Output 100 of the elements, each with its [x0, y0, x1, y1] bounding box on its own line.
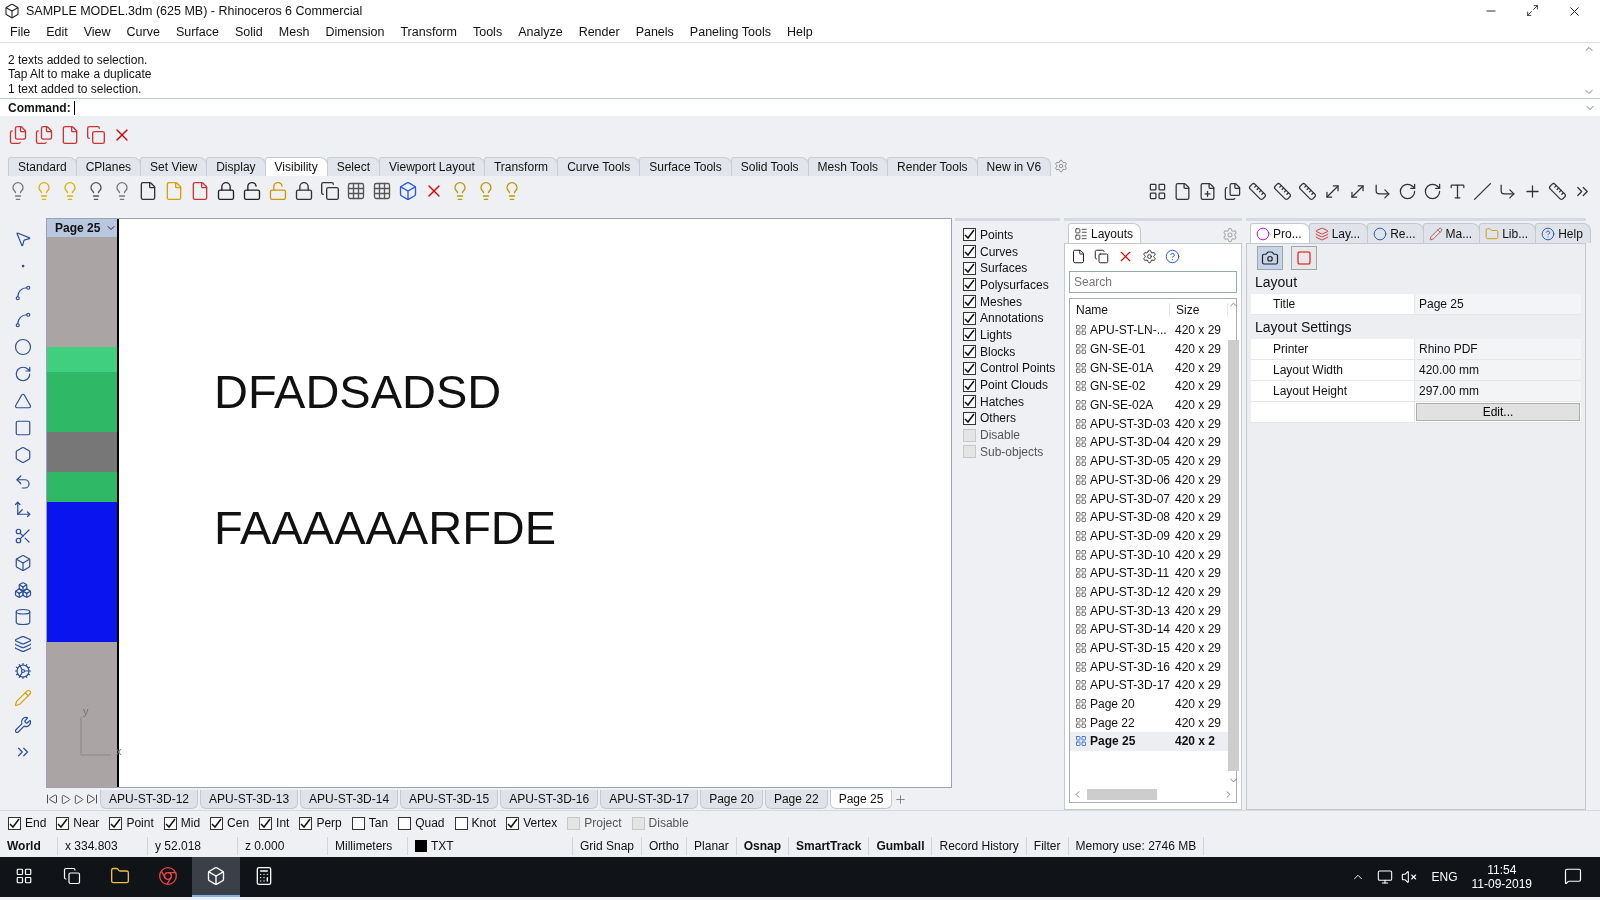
layout-row[interactable]: APU-ST-LN-... 420 x 29	[1070, 321, 1228, 340]
layout-name: APU-ST-3D-06	[1089, 472, 1170, 487]
status-toggle[interactable]: Gumball	[869, 837, 933, 855]
clock-date[interactable]: 11-09-2019	[1471, 877, 1532, 891]
viewport-tab[interactable]: APU-ST-3D-12	[100, 789, 199, 809]
layout-row[interactable]: APU-ST-3D-17 420 x 29	[1070, 676, 1228, 695]
toolbar-tab[interactable]: CPlanes	[75, 157, 142, 176]
language-indicator[interactable]: ENG	[1431, 870, 1458, 884]
menu-item[interactable]: Help	[778, 25, 821, 39]
window-title: SAMPLE MODEL.3dm (625 MB) - Rhinoceros 6 Commercial	[26, 4, 364, 18]
layout-row[interactable]: GN-SE-02A 420 x 29	[1070, 395, 1228, 415]
menu-item[interactable]: Curve	[118, 25, 168, 39]
status-toggle[interactable]: Grid Snap	[573, 837, 643, 855]
layout-row[interactable]: APU-ST-3D-05 420 x 29	[1070, 451, 1228, 471]
menu-item[interactable]: Transform	[392, 25, 465, 39]
toolbar-tab[interactable]: Transform	[483, 157, 559, 176]
viewport-tab[interactable]: Page 25	[829, 789, 893, 809]
layout-row[interactable]: Page 25 420 x 2	[1070, 732, 1228, 751]
menu-item[interactable]: Render	[570, 25, 628, 39]
panel-tab[interactable]: Lib...	[1479, 223, 1537, 243]
layout-row[interactable]: APU-ST-3D-12 420 x 29	[1070, 582, 1228, 602]
column-header[interactable]: Name	[1070, 303, 1170, 317]
viewport-tab[interactable]: APU-ST-3D-13	[200, 789, 299, 809]
panel-tab[interactable]: Lay...	[1308, 223, 1369, 243]
toolbar-tab[interactable]: Mesh Tools	[807, 157, 889, 176]
viewport-tab[interactable]: APU-ST-3D-15	[400, 789, 499, 809]
viewport-tab[interactable]: Page 20	[700, 789, 763, 809]
viewport-tab[interactable]: Page 22	[764, 789, 828, 809]
layout-name: GN-SE-02A	[1090, 398, 1154, 413]
layout-size: 420 x 29	[1174, 342, 1223, 357]
menu-item[interactable]: Surface	[167, 25, 227, 39]
status-toggle[interactable]: SmartTrack	[789, 837, 870, 855]
layout-row[interactable]: APU-ST-3D-16 420 x 29	[1070, 657, 1228, 677]
status-toggle[interactable]: Record History	[932, 837, 1027, 855]
layout-size: 420 x 29	[1174, 360, 1223, 375]
panel-tab[interactable]: Help	[1535, 223, 1591, 243]
menu-item[interactable]: Tools	[464, 25, 511, 39]
layer-label[interactable]: TXT	[408, 837, 573, 855]
menu-item[interactable]: Mesh	[270, 25, 318, 39]
clock-time[interactable]: 11:54	[1487, 863, 1517, 877]
toolbar-tab[interactable]: Surface Tools	[639, 157, 732, 176]
cplane-label[interactable]: World	[0, 837, 58, 855]
toolbar-tab[interactable]: Display	[206, 157, 266, 176]
viewport-tab[interactable]: APU-ST-3D-16	[500, 789, 599, 809]
panel-tab[interactable]: Layouts	[1068, 223, 1142, 243]
menu-item[interactable]: View	[75, 25, 119, 39]
layout-row[interactable]: GN-SE-02 420 x 29	[1070, 377, 1228, 396]
toolbar-tab[interactable]: Visibility	[264, 157, 328, 176]
property-value[interactable]: Rhino PDF	[1415, 339, 1581, 359]
menu-item[interactable]: Panels	[627, 25, 682, 39]
property-value[interactable]: 297.00 mm	[1415, 381, 1581, 401]
property-value[interactable]: 420.00 mm	[1415, 360, 1581, 380]
toolbar-tab[interactable]: Curve Tools	[557, 157, 641, 176]
viewport-tab[interactable]: APU-ST-3D-17	[600, 789, 699, 809]
layout-row[interactable]: GN-SE-01A 420 x 29	[1070, 358, 1228, 378]
toolbar-tab[interactable]: Standard	[8, 157, 77, 176]
layout-row[interactable]: APU-ST-3D-09 420 x 29	[1070, 526, 1228, 546]
layout-row[interactable]: APU-ST-3D-11 420 x 29	[1070, 563, 1228, 583]
status-toggle[interactable]: Filter	[1026, 837, 1069, 855]
panel-tab[interactable]: Re...	[1367, 223, 1424, 243]
checkbox-label: Lights	[980, 327, 1013, 342]
layout-row[interactable]: APU-ST-3D-06 420 x 29	[1070, 470, 1228, 490]
menu-item[interactable]: Edit	[38, 25, 76, 39]
layout-name: APU-ST-3D-15	[1089, 641, 1170, 656]
layout-row[interactable]: APU-ST-3D-14 420 x 29	[1070, 620, 1228, 639]
status-toggle[interactable]: Planar	[687, 837, 737, 855]
layout-row[interactable]: APU-ST-3D-15 420 x 29	[1070, 638, 1228, 658]
toolbar-tab[interactable]: Solid Tools	[730, 157, 809, 176]
layout-row[interactable]: APU-ST-3D-03 420 x 29	[1070, 414, 1228, 434]
units-label[interactable]: Millimeters	[328, 837, 408, 855]
toolbar-tab[interactable]: Set View	[140, 157, 208, 176]
search-field[interactable]: Search	[1069, 271, 1237, 293]
layout-row[interactable]: APU-ST-3D-08 420 x 29	[1070, 507, 1228, 527]
property-value[interactable]: Page 25	[1415, 294, 1581, 314]
menu-item[interactable]: Paneling Tools	[681, 25, 779, 39]
column-header[interactable]: Size	[1170, 303, 1228, 317]
layout-row[interactable]: GN-SE-01 420 x 29	[1070, 339, 1228, 359]
toolbar-tab[interactable]: New in V6	[976, 157, 1052, 176]
viewport-tab[interactable]: APU-ST-3D-14	[300, 789, 399, 809]
menu-item[interactable]: File	[2, 25, 39, 39]
menu-item[interactable]: Dimension	[317, 25, 393, 39]
menu-item[interactable]: Solid	[227, 25, 271, 39]
status-toggle[interactable]: Ortho	[642, 837, 688, 855]
panel-tab[interactable]: Pro...	[1250, 223, 1310, 243]
layout-row[interactable]: APU-ST-3D-10 420 x 29	[1070, 545, 1228, 564]
toolbar-tab[interactable]: Viewport Layout	[379, 157, 485, 176]
axis-label: x	[116, 745, 122, 757]
layout-row[interactable]: Page 22 420 x 29	[1070, 713, 1228, 733]
status-toggle[interactable]: Osnap	[736, 837, 790, 855]
edit-button[interactable]: Edit...	[1416, 403, 1580, 421]
panel-tab[interactable]: Ma...	[1422, 223, 1481, 243]
layout-row[interactable]: APU-ST-3D-04 420 x 29	[1070, 433, 1228, 452]
layout-row[interactable]: Page 20 420 x 29	[1070, 694, 1228, 714]
toolbar-tab[interactable]: Select	[326, 157, 381, 176]
viewport-title[interactable]: Page 25	[47, 219, 117, 237]
layout-size: 420 x 29	[1174, 603, 1223, 618]
menu-item[interactable]: Analyze	[510, 25, 571, 39]
toolbar-tab[interactable]: Render Tools	[887, 157, 978, 176]
layout-row[interactable]: APU-ST-3D-07 420 x 29	[1070, 489, 1228, 508]
layout-row[interactable]: APU-ST-3D-13 420 x 29	[1070, 601, 1228, 620]
